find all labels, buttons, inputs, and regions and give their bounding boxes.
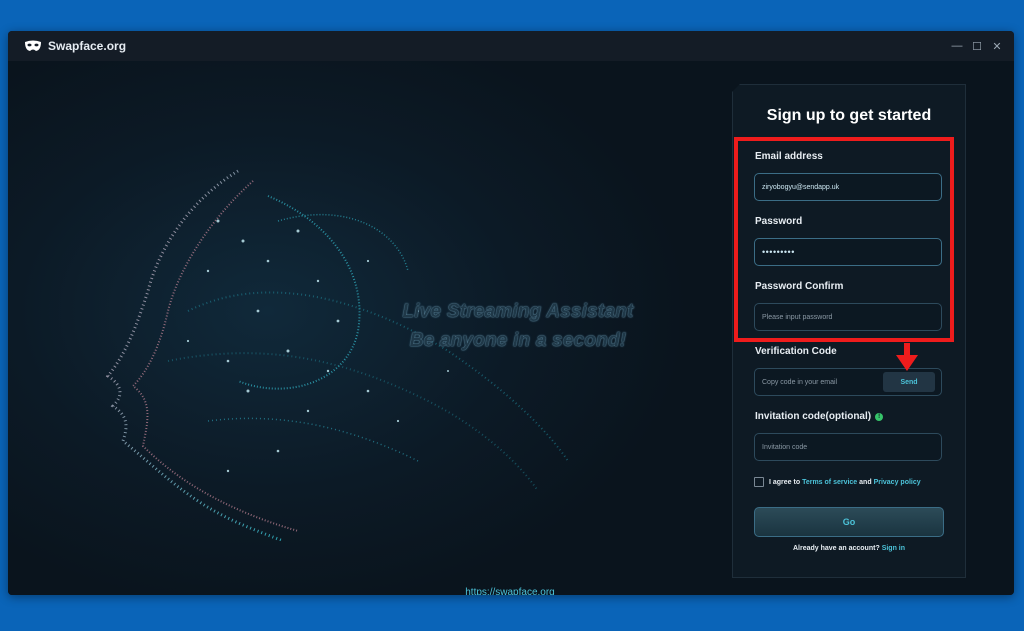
already-have-account: Already have an account? Sign in — [733, 545, 965, 552]
agree-prefix: I agree to — [769, 478, 801, 486]
already-text: Already have an account? — [792, 545, 880, 552]
sign-in-link[interactable]: Sign in — [882, 545, 905, 552]
red-highlight-box — [734, 137, 954, 342]
website-link[interactable]: https://swapface.org — [410, 587, 610, 595]
signup-title: Sign up to get started — [766, 107, 932, 124]
terms-of-service-link[interactable]: Terms of service — [802, 479, 857, 486]
terms-agreement-row: I agree to Terms of service and Privacy … — [754, 477, 921, 487]
go-button[interactable]: Go — [754, 507, 944, 537]
red-arrow-down-icon — [896, 343, 918, 371]
info-icon[interactable]: ! — [875, 413, 884, 421]
invitation-code-label-row: Invitation code(optional)! — [755, 411, 884, 422]
app-title: Swapface.org — [48, 39, 127, 53]
invitation-code-label: Invitation code(optional) — [755, 411, 872, 422]
tagline-line1: Live Streaming Assistant — [402, 301, 634, 322]
window-controls: — ☐ ✕ — [946, 37, 1006, 55]
verification-code-placeholder: Copy code in your email — [762, 378, 838, 386]
minimize-button[interactable]: — — [948, 37, 966, 55]
close-button[interactable]: ✕ — [988, 37, 1006, 55]
title-bar[interactable]: Swapface.org — ☐ ✕ — [8, 31, 1014, 61]
mask-logo-icon — [25, 40, 41, 51]
verification-code-label: Verification Code — [755, 346, 837, 357]
invitation-code-field[interactable]: Invitation code — [754, 433, 942, 461]
maximize-button[interactable]: ☐ — [968, 37, 986, 55]
agree-and: and — [859, 478, 872, 486]
privacy-policy-link[interactable]: Privacy policy — [874, 479, 921, 486]
verification-code-field[interactable]: Copy code in your email Send — [754, 368, 942, 396]
agree-checkbox[interactable] — [754, 477, 764, 487]
send-code-button[interactable]: Send — [883, 372, 935, 392]
tagline-line2: Be anyone in a second! — [409, 330, 627, 351]
